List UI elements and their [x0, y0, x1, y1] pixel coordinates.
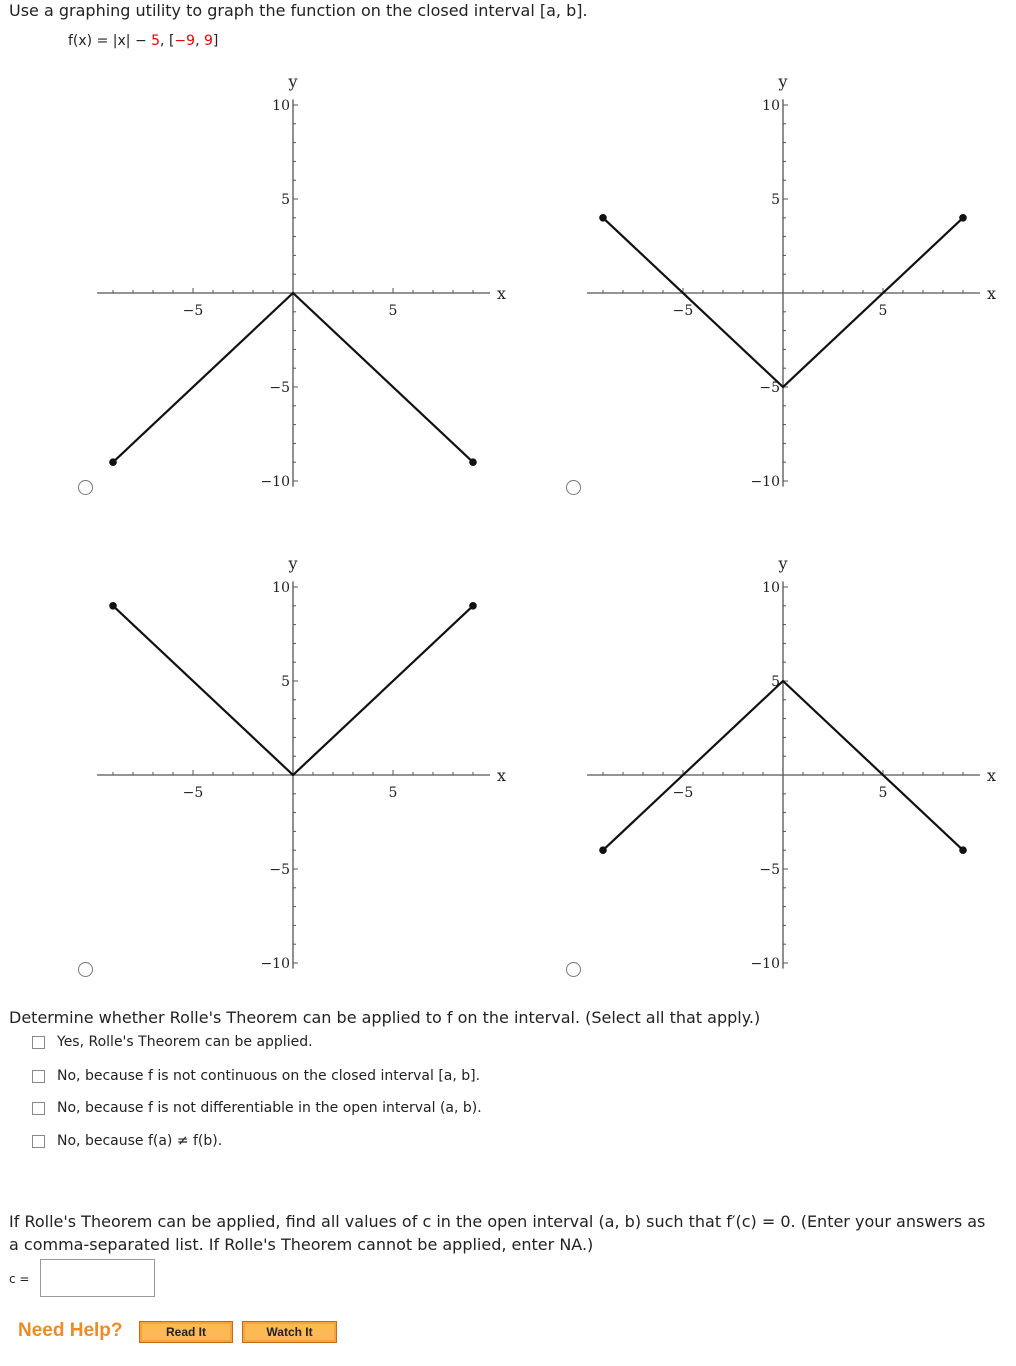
x-tick-label: 5	[879, 785, 888, 801]
x-tick-label: −5	[673, 785, 694, 801]
c-input[interactable]	[40, 1259, 155, 1297]
x-tick-label: 5	[389, 785, 398, 801]
watch-it-button[interactable]: Watch It	[242, 1321, 337, 1343]
y-tick-label: −5	[759, 862, 780, 878]
x-tick-label: −5	[183, 785, 204, 801]
x-axis-label: x	[987, 284, 996, 303]
x-axis-label: x	[497, 766, 506, 785]
endpoint-left	[109, 602, 117, 610]
y-axis-label: y	[287, 72, 297, 91]
graph-option-3: −5 5 10 5 −5 −10 x y	[97, 554, 506, 972]
y-tick-label: 10	[762, 98, 780, 114]
graph-option-1: −5 5 10 5 −5 −10 x y	[97, 72, 506, 490]
x-tick-label: 5	[389, 303, 398, 319]
y-axis-label: y	[287, 554, 297, 573]
y-tick-label: 10	[272, 98, 290, 114]
checkbox[interactable]	[32, 1035, 45, 1049]
y-axis-label: y	[777, 554, 787, 573]
rolle-prompt: Determine whether Rolle's Theorem can be…	[9, 1008, 761, 1027]
option-label: No, because f is not differentiable in t…	[57, 1100, 482, 1116]
endpoint-right	[959, 214, 967, 222]
y-axis-label: y	[777, 72, 787, 91]
x-axis-label: x	[987, 766, 996, 785]
y-tick-label: −10	[750, 956, 780, 972]
y-tick-label: −10	[260, 474, 290, 490]
graph-option-4: −5 5105−5−10xy	[587, 554, 996, 972]
rolle-option-not-differentiable[interactable]: No, because f is not differentiable in t…	[32, 1100, 482, 1116]
checkbox[interactable]	[32, 1101, 45, 1115]
y-tick-label: −10	[260, 956, 290, 972]
graph-option-2: −5 5105−5−10xy	[587, 72, 996, 490]
option-label: Yes, Rolle's Theorem can be applied.	[57, 1034, 313, 1050]
option-label: No, because f is not continuous on the c…	[57, 1068, 481, 1084]
checkbox[interactable]	[32, 1069, 45, 1083]
endpoint-left	[109, 458, 117, 467]
y-tick-label: 10	[272, 580, 290, 596]
endpoint-right	[469, 602, 477, 610]
y-tick-label: 10	[762, 580, 780, 596]
y-tick-label: −10	[750, 474, 780, 490]
graph-option-1-radio[interactable]	[78, 480, 93, 495]
y-tick-label: −5	[269, 862, 290, 878]
y-tick-label: 5	[281, 192, 290, 208]
endpoint-left	[599, 214, 607, 222]
x-tick-label: 5	[879, 303, 888, 319]
graph-option-1: −5 5105−5−10xy−5 5105−5−10xy−5 5105−5−10xy−…	[97, 72, 996, 972]
rolle-option-fa-neq-fb[interactable]: No, because f(a) ≠ f(b).	[32, 1133, 222, 1149]
c-label: c =	[9, 1272, 30, 1286]
need-help-label: Need Help?	[18, 1320, 123, 1341]
find-c-prompt: If Rolle's Theorem can be applied, find …	[9, 1212, 986, 1254]
endpoint-left	[599, 846, 607, 854]
graph-option-3-radio[interactable]	[78, 962, 93, 977]
option-label: No, because f(a) ≠ f(b).	[57, 1133, 223, 1149]
endpoint-right	[959, 846, 967, 854]
endpoint-right	[469, 458, 477, 467]
x-tick-label: −5	[673, 303, 694, 319]
y-tick-label: 5	[281, 674, 290, 690]
x-axis-label: x	[497, 284, 506, 303]
checkbox[interactable]	[32, 1134, 45, 1148]
read-it-button[interactable]: Read It	[139, 1321, 233, 1343]
y-tick-label: 5	[771, 192, 780, 208]
rolle-option-not-continuous[interactable]: No, because f is not continuous on the c…	[32, 1068, 480, 1084]
graph-option-2-radio[interactable]	[566, 480, 581, 495]
x-tick-label: −5	[183, 303, 204, 319]
y-tick-label: −5	[269, 380, 290, 396]
rolle-option-yes[interactable]: Yes, Rolle's Theorem can be applied.	[32, 1034, 313, 1050]
graph-option-4-radio[interactable]	[566, 962, 581, 977]
